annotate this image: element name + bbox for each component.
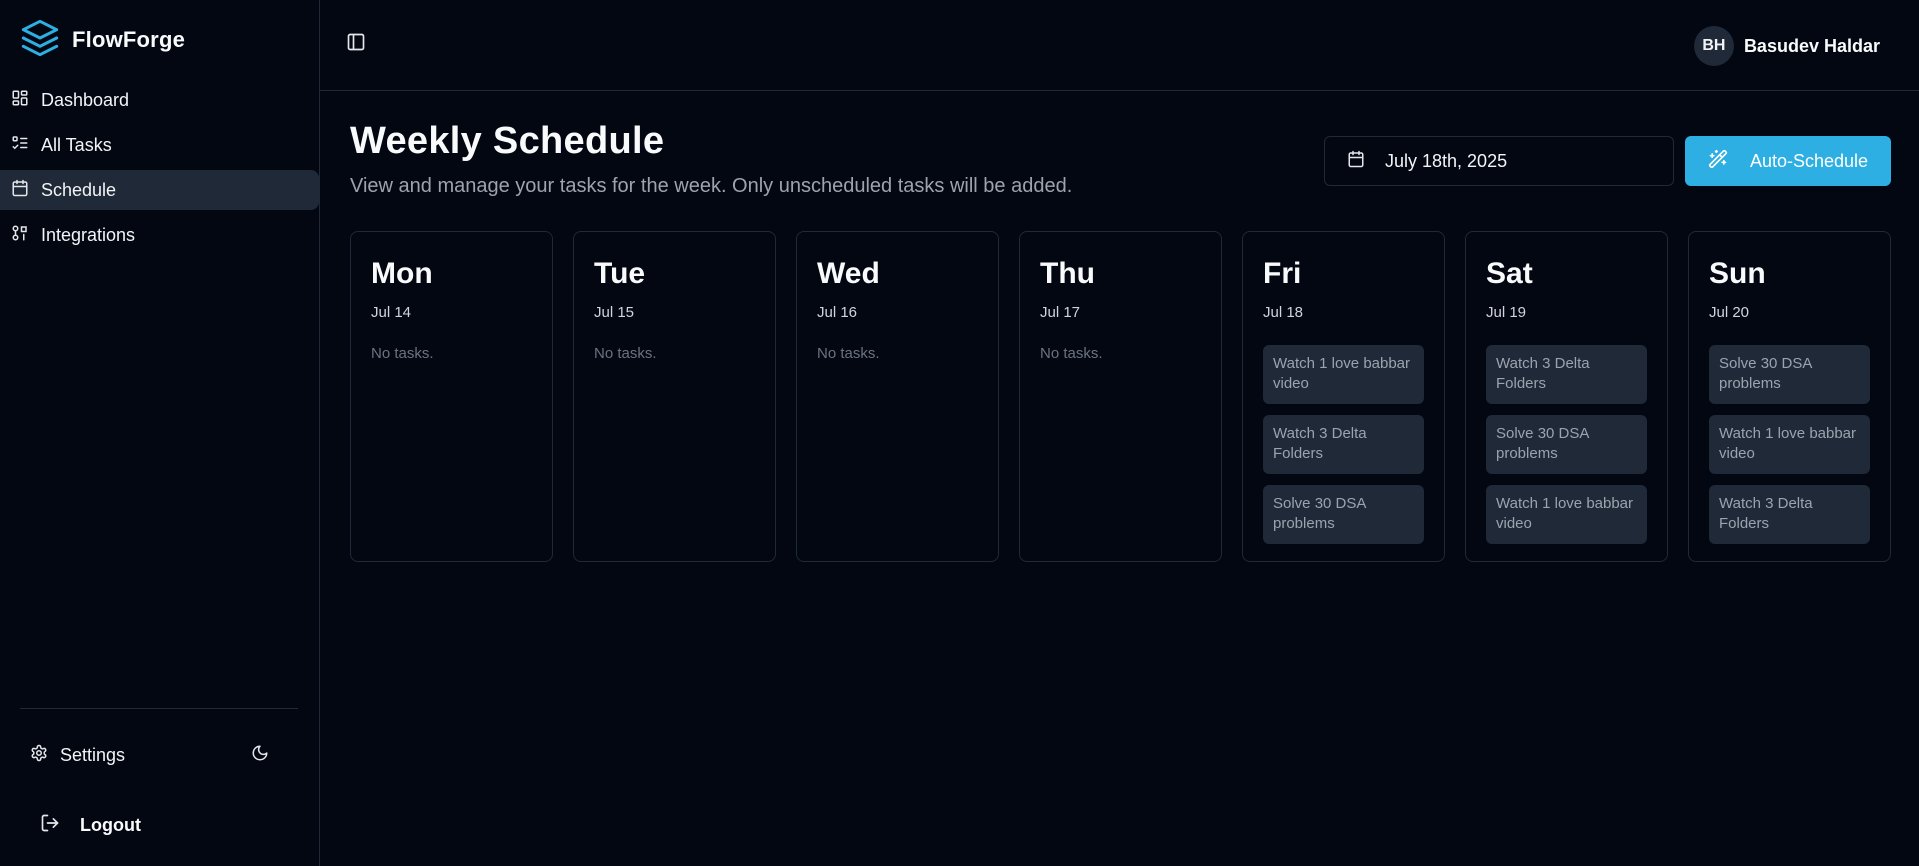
sidebar-nav: Dashboard All Tasks Schedule Integration… [0,80,320,260]
date-value: July 18th, 2025 [1385,150,1508,171]
page-title: Weekly Schedule [350,120,665,162]
day-name: Sun [1709,257,1766,290]
day-card-sat: Sat Jul 19 Watch 3 Delta Folders Solve 3… [1465,231,1668,562]
brand-name: FlowForge [72,27,186,52]
task-list: Solve 30 DSA problems Watch 1 love babba… [1709,345,1870,544]
list-icon [11,134,29,157]
sidebar-footer: Settings [30,735,280,775]
integrations-icon [11,224,29,247]
task-card[interactable]: Solve 30 DSA problems [1263,485,1424,544]
day-date: Jul 17 [1040,304,1081,321]
magic-wand-icon [1708,149,1728,174]
day-name: Tue [594,257,646,290]
day-card-mon: Mon Jul 14 No tasks. [350,231,553,562]
task-card[interactable]: Solve 30 DSA problems [1486,415,1647,474]
date-picker[interactable]: July 18th, 2025 [1324,136,1674,186]
sidebar: FlowForge Dashboard All Tasks Schedule I… [0,0,320,866]
day-date: Jul 19 [1486,304,1527,321]
moon-icon [251,744,269,767]
day-name: Wed [817,257,880,290]
task-card[interactable]: Solve 30 DSA problems [1709,345,1870,404]
sidebar-item-schedule[interactable]: Schedule [0,170,319,210]
empty-state: No tasks. [817,345,880,362]
day-card-tue: Tue Jul 15 No tasks. [573,231,776,562]
settings-label: Settings [60,744,126,765]
sidebar-divider [20,708,298,709]
week-grid: Mon Jul 14 No tasks. Tue Jul 15 No tasks… [350,231,1891,562]
day-card-wed: Wed Jul 16 No tasks. [796,231,999,562]
auto-schedule-button[interactable]: Auto-Schedule [1685,136,1891,186]
logout-label: Logout [80,814,141,835]
avatar: BH [1693,26,1734,66]
day-card-sun: Sun Jul 20 Solve 30 DSA problems Watch 1… [1688,231,1891,562]
day-date: Jul 20 [1709,304,1750,321]
top-header: BH Basudev Haldar [320,0,1919,91]
auto-schedule-label: Auto-Schedule [1749,150,1869,171]
day-card-fri: Fri Jul 18 Watch 1 love babbar video Wat… [1242,231,1445,562]
day-name: Fri [1263,257,1302,290]
sidebar-item-label: Schedule [41,179,117,200]
calendar-icon [1347,150,1365,173]
sidebar-item-label: All Tasks [41,134,112,155]
user-menu[interactable]: BH Basudev Haldar [1693,26,1880,66]
sidebar-toggle-button[interactable] [346,32,370,56]
sidebar-item-dashboard[interactable]: Dashboard [0,80,319,120]
sidebar-item-integrations[interactable]: Integrations [0,215,319,255]
day-card-thu: Thu Jul 17 No tasks. [1019,231,1222,562]
layers-icon [20,18,60,63]
page-subtitle: View and manage your tasks for the week.… [350,175,1073,197]
task-list: Watch 1 love babbar video Watch 3 Delta … [1263,345,1424,544]
logout-icon [40,813,60,838]
dashboard-icon [11,89,29,112]
day-name: Sat [1486,257,1533,290]
empty-state: No tasks. [594,345,657,362]
day-date: Jul 15 [594,304,635,321]
day-name: Thu [1040,257,1095,290]
sidebar-item-label: Dashboard [41,89,130,110]
panel-left-icon [346,33,366,56]
sidebar-item-label: Integrations [41,224,136,245]
task-card[interactable]: Watch 1 love babbar video [1709,415,1870,474]
day-date: Jul 16 [817,304,858,321]
task-card[interactable]: Watch 3 Delta Folders [1709,485,1870,544]
logout-button[interactable]: Logout [40,805,141,845]
day-date: Jul 14 [371,304,412,321]
task-card[interactable]: Watch 1 love babbar video [1486,485,1647,544]
theme-toggle[interactable] [246,741,274,769]
empty-state: No tasks. [1040,345,1103,362]
gear-icon [30,744,48,767]
task-card[interactable]: Watch 3 Delta Folders [1486,345,1647,404]
task-card[interactable]: Watch 3 Delta Folders [1263,415,1424,474]
task-list: Watch 3 Delta Folders Solve 30 DSA probl… [1486,345,1647,544]
brand[interactable]: FlowForge [20,18,186,63]
day-date: Jul 18 [1263,304,1304,321]
settings-link[interactable]: Settings [30,744,125,767]
user-name: Basudev Haldar [1743,35,1880,56]
sidebar-item-all-tasks[interactable]: All Tasks [0,125,319,165]
task-card[interactable]: Watch 1 love babbar video [1263,345,1424,404]
calendar-icon [11,179,29,202]
day-name: Mon [371,257,433,290]
empty-state: No tasks. [371,345,434,362]
